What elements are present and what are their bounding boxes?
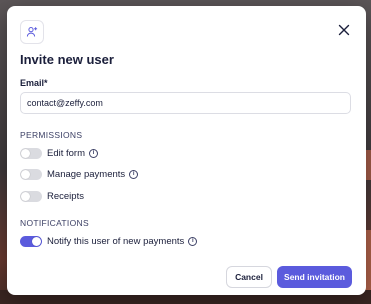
permission-row-receipts: Receipts <box>20 189 84 203</box>
edit-form-toggle[interactable] <box>20 147 42 159</box>
receipts-label: Receipts <box>47 190 84 202</box>
manage-payments-toggle[interactable] <box>20 168 42 180</box>
modal-title: Invite new user <box>20 52 114 67</box>
send-invitation-button[interactable]: Send invitation <box>277 266 352 288</box>
info-icon[interactable]: i <box>89 148 99 158</box>
manage-payments-label: Manage payments <box>47 168 126 180</box>
notify-new-payments-toggle[interactable] <box>20 235 42 247</box>
permission-row-edit-form: Edit form i <box>20 146 99 160</box>
edit-form-label: Edit form <box>47 147 86 159</box>
close-icon[interactable] <box>337 23 351 37</box>
email-field[interactable] <box>20 92 351 114</box>
receipts-toggle[interactable] <box>20 190 42 202</box>
notifications-heading: NOTIFICATIONS <box>20 218 89 228</box>
notification-row-new-payments: Notify this user of new payments i <box>20 234 198 248</box>
notify-new-payments-label: Notify this user of new payments <box>47 235 185 247</box>
permission-row-manage-payments: Manage payments i <box>20 167 139 181</box>
user-plus-icon <box>20 20 44 44</box>
cancel-button[interactable]: Cancel <box>226 266 272 288</box>
email-label: Email* <box>20 78 48 88</box>
permissions-heading: PERMISSIONS <box>20 130 83 140</box>
invite-user-modal: Invite new user Email* PERMISSIONS Edit … <box>7 6 366 295</box>
info-icon[interactable]: i <box>188 236 198 246</box>
info-icon[interactable]: i <box>129 169 139 179</box>
